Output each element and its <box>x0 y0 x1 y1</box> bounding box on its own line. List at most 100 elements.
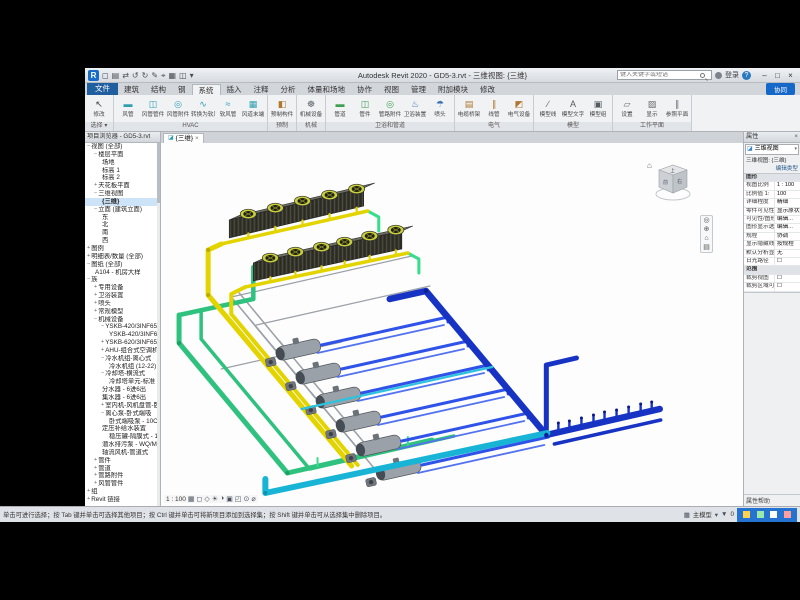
tree-item[interactable]: + 常规模型 <box>85 308 160 316</box>
tree-item[interactable]: + 明细表/数量 (全部) <box>85 253 160 261</box>
nav-tool-icon[interactable]: ▤ <box>703 243 710 252</box>
view-tab-close-icon[interactable]: × <box>195 134 199 143</box>
ribbon-tab[interactable]: 结构 <box>145 84 172 95</box>
ribbon-tool[interactable]: ◫风管管件 <box>141 99 165 118</box>
view-tab-3d[interactable]: ◪ {三维} × <box>163 133 204 143</box>
ribbon-tool[interactable]: ▱设置 <box>615 99 639 118</box>
tree-item[interactable]: − 图纸 (全部) <box>85 261 160 269</box>
ribbon-tab[interactable]: 体量和场地 <box>302 84 352 95</box>
drawing-area[interactable]: ⌂ 上 前 右 ◎⊕⌂▤ 1 : 100 ▦◻◇☀◑▣ <box>161 143 743 506</box>
property-row[interactable]: 图形显示选项 编辑... <box>744 224 800 232</box>
view-control-icon[interactable]: ◑ <box>220 495 224 503</box>
tree-item[interactable]: 冷却塔单元-标准 <box>85 378 160 386</box>
ribbon-tab[interactable]: 建筑 <box>118 84 145 95</box>
ribbon-tool[interactable]: ∿转换为软风管 <box>191 99 215 118</box>
ribbon-tab[interactable]: 协作 <box>351 84 378 95</box>
tree-expander-icon[interactable]: − <box>85 190 98 198</box>
cooling-tower-bank-b[interactable] <box>253 225 413 281</box>
tree-expander-icon[interactable]: + <box>85 457 98 465</box>
taskbar-app-icon[interactable] <box>770 511 777 518</box>
tree-item[interactable]: − YSKB-420/3INF65Z <box>85 323 160 331</box>
tree-expander-icon[interactable] <box>85 449 102 457</box>
ribbon-tool[interactable]: ♨卫浴装置 <box>403 99 427 118</box>
tree-item[interactable]: A104 - 机房大样 <box>85 269 160 277</box>
tree-item[interactable]: 轴流风机-管道式 <box>85 449 160 457</box>
viewcube-home-icon[interactable]: ⌂ <box>647 161 652 170</box>
tree-item[interactable]: − 机械设备 <box>85 316 160 324</box>
signin-button[interactable]: 登录 <box>725 70 739 80</box>
qat-button-icon[interactable]: ↻ <box>141 70 150 81</box>
ribbon-tool[interactable]: ▣模型组 <box>586 99 610 118</box>
qat-button-icon[interactable]: ▦ <box>168 70 178 81</box>
cooling-tower-bank-a[interactable] <box>229 183 375 238</box>
qat-button-icon[interactable]: ↺ <box>131 70 140 81</box>
tree-expander-icon[interactable]: + <box>85 402 105 410</box>
panel-label[interactable]: 机械 <box>297 122 325 131</box>
property-row[interactable]: 裁剪视图 ☐ <box>744 275 800 283</box>
ribbon-tool[interactable]: ∕模型线 <box>536 99 560 118</box>
tree-item[interactable]: + Revit 链接 <box>85 496 160 504</box>
search-input[interactable] <box>620 72 700 78</box>
ribbon-tool[interactable]: ▬管道 <box>328 99 352 118</box>
tree-item[interactable]: 标高 1 <box>85 167 160 175</box>
tree-item[interactable]: + 管路附件 <box>85 472 160 480</box>
search-icon[interactable] <box>700 73 705 78</box>
property-row[interactable]: 比例值 1: 100 <box>744 191 800 199</box>
view-control-icon[interactable]: ◰ <box>235 495 242 503</box>
tree-item[interactable]: + 管件 <box>85 457 160 465</box>
tree-expander-icon[interactable] <box>85 425 102 433</box>
property-row[interactable]: 详细程度 精细 <box>744 199 800 207</box>
tree-expander-icon[interactable] <box>85 229 102 237</box>
ribbon-tool[interactable]: ◩电气设备 <box>507 99 531 118</box>
ribbon-tool[interactable]: ▤电缆桥架 <box>457 99 481 118</box>
tree-expander-icon[interactable]: − <box>85 355 105 363</box>
tree-item[interactable]: 场地 <box>85 159 160 167</box>
ribbon-tab[interactable]: 系统 <box>192 84 221 95</box>
tree-item[interactable]: 潜水排污泵 - WQ/M-8 - 污废水 - 100-115 Ch <box>85 441 160 449</box>
panel-label[interactable]: HVAC <box>114 122 267 131</box>
file-tab[interactable]: 文件 <box>87 83 118 95</box>
taskbar-app-icon[interactable] <box>743 511 750 518</box>
ribbon-tool[interactable]: A模型文字 <box>561 99 585 118</box>
tree-expander-icon[interactable] <box>85 214 102 222</box>
tree-item[interactable]: 南 <box>85 229 160 237</box>
qat-button-icon[interactable]: ◻ <box>101 70 110 81</box>
tree-item[interactable]: 定压补给水装置 <box>85 425 160 433</box>
property-row[interactable]: 图形 <box>744 174 800 182</box>
tree-expander-icon[interactable]: + <box>85 472 98 480</box>
ribbon-tool[interactable]: ▨显示 <box>640 99 664 118</box>
qat-button-icon[interactable]: ▾ <box>189 70 195 81</box>
view-control-icon[interactable]: ⌀ <box>251 495 255 503</box>
scale-button[interactable]: 1 : 100 <box>166 496 186 503</box>
tree-item[interactable]: + AHU-组合式空调机组 <box>85 347 160 355</box>
ribbon-tool[interactable]: ◎风管附件 <box>166 99 190 118</box>
minimize-button[interactable]: – <box>758 71 771 80</box>
ribbon-tab[interactable]: 修改 <box>474 84 501 95</box>
qat-button-icon[interactable]: ✎ <box>150 70 159 81</box>
ribbon-tab[interactable]: 插入 <box>221 84 248 95</box>
qat-button-icon[interactable]: ⌖ <box>160 70 167 81</box>
view-control-icon[interactable]: ▣ <box>226 495 233 503</box>
edit-type-button[interactable]: 编辑类型 <box>744 164 800 173</box>
panel-label[interactable]: 选择 ▾ <box>85 122 113 131</box>
view-control-icon[interactable]: ◻ <box>197 495 203 503</box>
tree-item[interactable]: + 室内机-风机盘管-卧式暗装 <box>85 402 160 410</box>
taskbar-fragment[interactable] <box>737 508 797 522</box>
tree-item[interactable]: YSKB-420/3INF65Z <box>85 331 160 339</box>
tree-item[interactable]: 集水器 - 6进6出 <box>85 394 160 402</box>
property-row[interactable]: 默认分析显示... 无 <box>744 250 800 258</box>
tree-expander-icon[interactable]: + <box>85 465 98 473</box>
tree-expander-icon[interactable]: + <box>85 300 98 308</box>
tree-expander-icon[interactable] <box>85 159 102 167</box>
selection-filter-icon[interactable]: ▼ <box>721 511 727 518</box>
type-selector[interactable]: ◪ 三维视图 ▾ <box>745 144 799 155</box>
tree-expander-icon[interactable] <box>85 386 102 394</box>
revit-logo-icon[interactable]: R <box>88 70 99 81</box>
tree-item[interactable]: − 视图 (全部) <box>85 143 160 151</box>
user-avatar-icon[interactable] <box>715 72 722 79</box>
ribbon-tab[interactable]: 注释 <box>248 84 275 95</box>
view-control-icon[interactable]: ⊙ <box>243 495 249 503</box>
property-row[interactable]: 日光路径 ☐ <box>744 258 800 266</box>
tree-item[interactable]: + YSKB-620/3INF65Z <box>85 339 160 347</box>
tree-item[interactable]: − 冷却塔-横流式 <box>85 370 160 378</box>
